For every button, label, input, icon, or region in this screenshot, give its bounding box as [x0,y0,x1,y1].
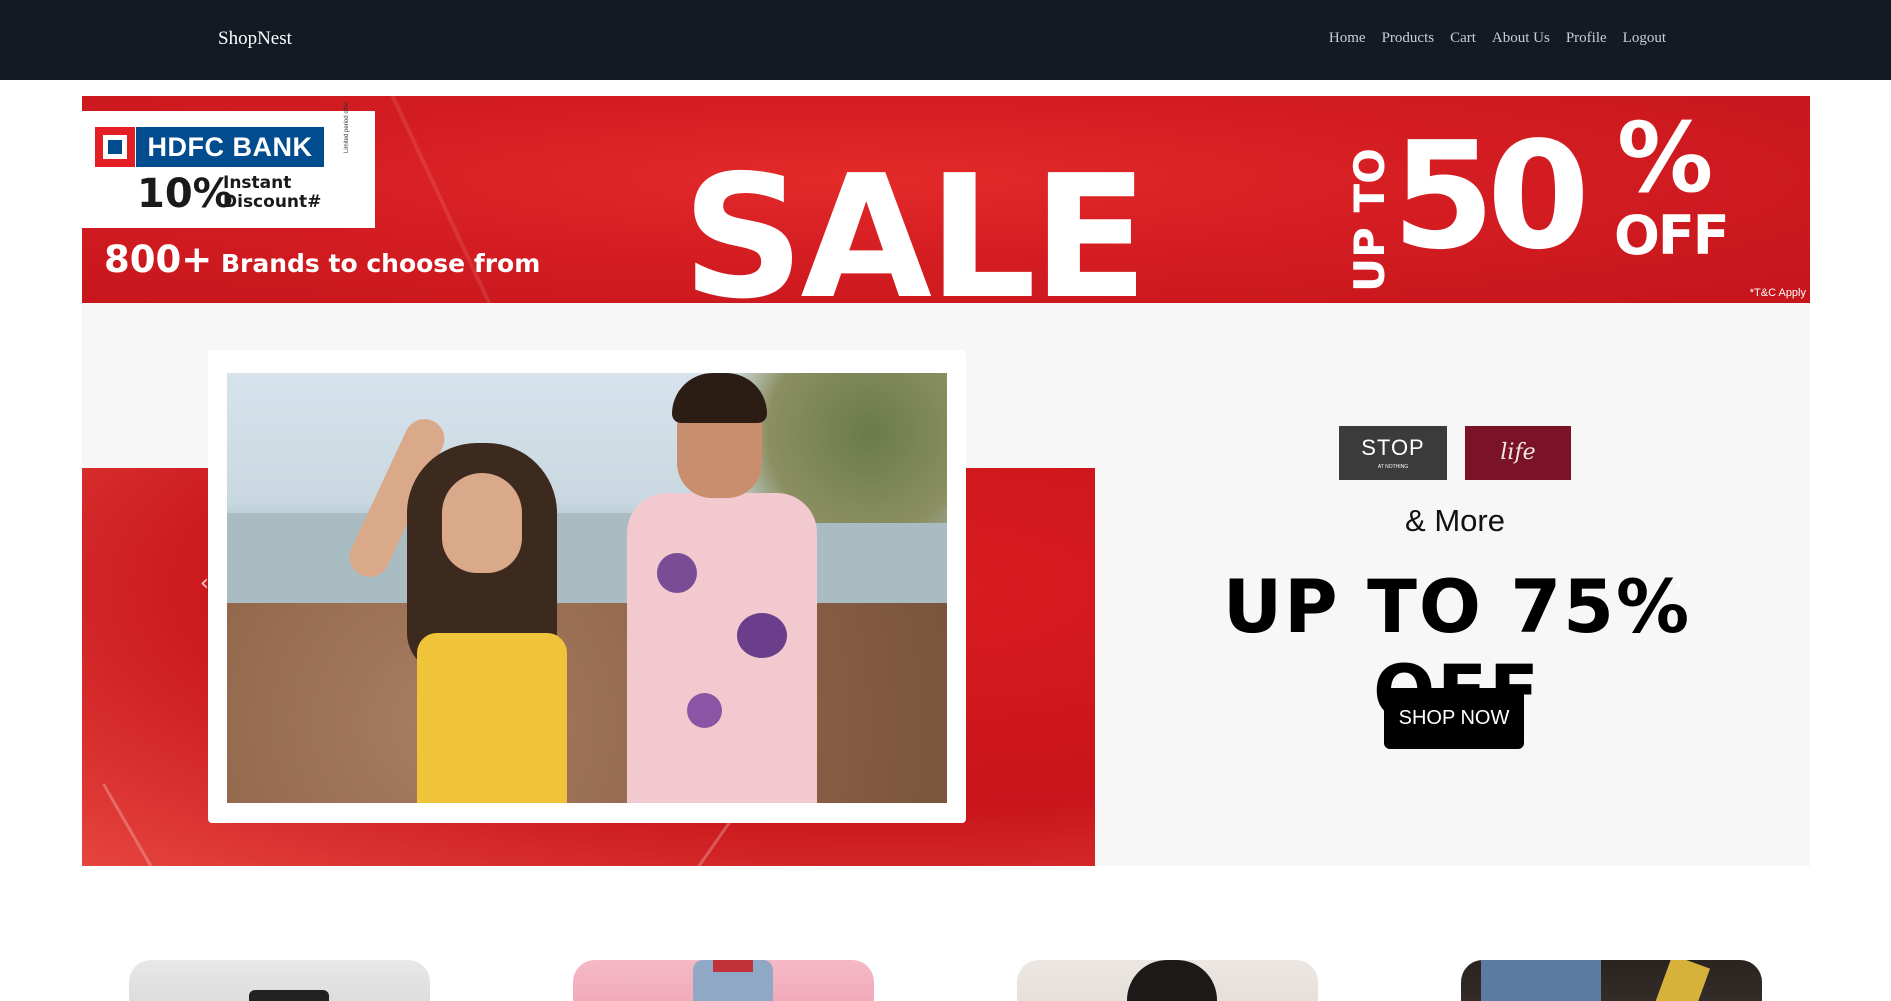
percent-sign: % [1617,102,1714,214]
chevron-left-icon[interactable]: ‹ [200,571,209,596]
terms-note: *T&C Apply [1749,287,1806,299]
model-woman [342,412,587,803]
nav-link-cart[interactable]: Cart [1450,30,1476,47]
category-card[interactable] [129,960,430,1001]
shop-now-button[interactable]: SHOP NOW [1384,688,1524,749]
offer-fine-print: Limited period offer [344,101,350,153]
category-card[interactable] [573,960,874,1001]
stop-brand-logo: STOP AT NOTHING [1339,426,1447,480]
brand-logo[interactable]: ShopNest [218,28,292,50]
discount-line: Discount# [223,192,322,212]
product-image [249,990,329,1001]
chevron-right-icon[interactable]: › [1674,571,1683,596]
hdfc-logo-icon [95,127,135,167]
stop-logo-text: STOP [1361,435,1425,460]
bank-discount-label: Instant Discount# [223,174,321,212]
instant-line: Instant [223,173,292,193]
nav-link-about-us[interactable]: About Us [1492,30,1550,47]
product-image [1651,960,1711,1001]
hero-photo [227,373,947,803]
model-man [617,373,817,803]
brands-tagline: 800+ Brands to choose from [104,238,540,281]
sale-banner[interactable]: HDFC BANK 10% Instant Discount# Limited … [82,96,1810,303]
nav-link-profile[interactable]: Profile [1566,30,1607,47]
nav-links: Home Products Cart About Us Profile Logo… [1329,30,1666,47]
nav-link-logout[interactable]: Logout [1623,30,1666,47]
hero-carousel: STOP AT NOTHING life & More UP TO 75% OF… [82,303,1810,866]
and-more-text: & More [1405,503,1505,538]
category-cards [0,960,1891,1001]
brands-text: Brands to choose from [220,249,541,278]
brands-count: 800+ [104,238,213,281]
bank-name: HDFC BANK [136,127,324,167]
product-image [1127,960,1217,1001]
hero-photo-frame [208,350,966,823]
off-label: OFF [1614,204,1730,267]
life-brand-logo: life [1465,426,1571,480]
top-navbar: ShopNest Home Products Cart About Us Pro… [0,0,1891,80]
nav-link-home[interactable]: Home [1329,30,1366,47]
stop-logo-tagline: AT NOTHING [1377,464,1409,470]
up-to-label: UP TO [1345,148,1394,292]
category-card[interactable] [1017,960,1318,1001]
sale-heading: SALE [682,139,1148,303]
nav-link-products[interactable]: Products [1382,30,1435,47]
bank-offer-box: HDFC BANK 10% Instant Discount# Limited … [82,102,375,228]
discount-number: 50 [1392,110,1590,282]
bank-discount: 10% [137,171,233,217]
category-card[interactable] [1461,960,1762,1001]
